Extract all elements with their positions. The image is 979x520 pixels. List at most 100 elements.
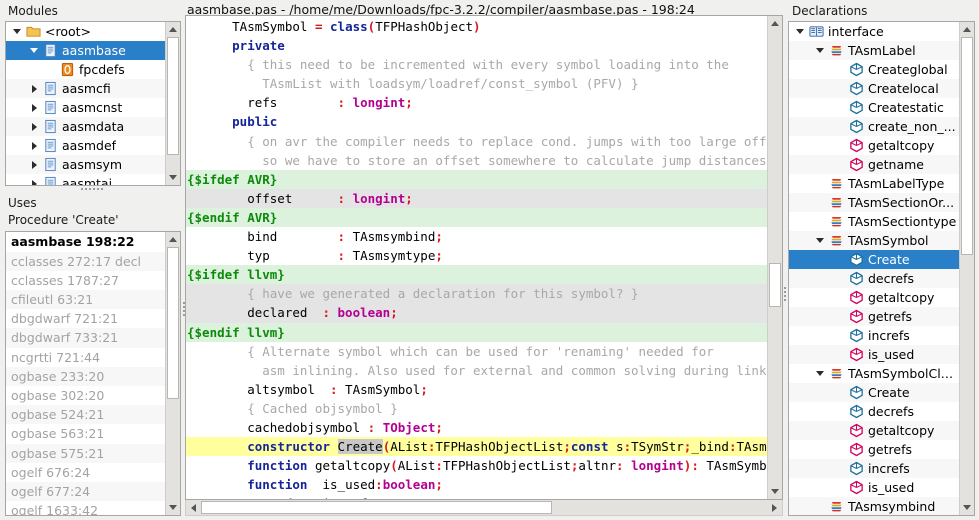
code-line[interactable]: public [186, 112, 767, 131]
chevron-right-icon[interactable] [27, 84, 41, 93]
uses-list-item[interactable]: cclasses 1787:27 [6, 271, 165, 290]
declaration-item-create_non_[interactable]: create_non_... [789, 117, 959, 136]
declaration-item-is_used[interactable]: is_used [789, 345, 959, 364]
modules-tree-rows[interactable]: <root> aasmbase fpcdefs aasmcfi aasmcnst aasm… [6, 22, 165, 185]
uses-list[interactable]: aasmbase 198:22 cclasses 272:17 decl cclas… [5, 231, 181, 516]
code-line[interactable]: { on avr the compiler needs to replace c… [186, 132, 767, 151]
scroll-down-button[interactable] [166, 170, 180, 185]
uses-list-item[interactable]: cfileutl 63:21 [6, 290, 165, 310]
declaration-item-createstatic[interactable]: Createstatic [789, 98, 959, 117]
scroll-down-button[interactable] [768, 484, 782, 500]
uses-list-item[interactable]: ogbase 233:20 [6, 366, 165, 386]
module-item-aasmdef[interactable]: aasmdef [6, 136, 165, 155]
uses-list-rows[interactable]: aasmbase 198:22 cclasses 272:17 decl cclas… [6, 232, 165, 515]
center-right-splitter[interactable] [782, 280, 787, 308]
modules-tree[interactable]: <root> aasmbase fpcdefs aasmcfi aasmcnst aasm… [5, 21, 181, 186]
declaration-item-increfs[interactable]: increfs [789, 326, 959, 345]
code-line[interactable]: function is_used:boolean; [186, 475, 767, 494]
code-line[interactable]: { this need to be incremented with every… [186, 55, 767, 74]
declaration-item-tasmsymbind[interactable]: TAsmsymbind [789, 497, 959, 515]
code-line[interactable]: refs : longint; [186, 93, 767, 112]
code-line[interactable]: asm inlining. Also used for external and… [186, 361, 767, 380]
declaration-item-createlocal[interactable]: Createlocal [789, 79, 959, 98]
declarations-tree-rows[interactable]: interface TAsmLabel Createglobal Createloca… [789, 22, 959, 515]
module-item-root[interactable]: <root> [6, 22, 165, 41]
code-line[interactable]: {$ifdef llvm} [186, 265, 767, 285]
scroll-up-button[interactable] [768, 16, 782, 31]
scroll-track[interactable] [166, 37, 180, 170]
chevron-right-icon[interactable] [27, 122, 41, 131]
scroll-track[interactable] [166, 247, 180, 500]
declaration-item-getaltcopy[interactable]: getaltcopy [789, 421, 959, 440]
scroll-thumb[interactable] [769, 263, 781, 307]
chevron-down-icon[interactable] [813, 371, 827, 376]
uses-list-item[interactable]: ogbase 563:21 [6, 424, 165, 443]
code-line[interactable]: bind : TAsmsymbind; [186, 227, 767, 246]
chevron-down-icon[interactable] [10, 29, 24, 34]
declaration-item-tasmsectionor[interactable]: TAsmSectionOr... [789, 193, 959, 212]
declaration-item-getaltcopy[interactable]: getaltcopy [789, 288, 959, 307]
uses-list-item[interactable]: ogelf 676:24 [6, 463, 165, 482]
uses-list-item[interactable]: ncgrtti 721:44 [6, 348, 165, 367]
code-line[interactable]: TAsmSymbol = class(TFPHashObject) [186, 17, 767, 36]
code-line[interactable]: { have we generated a declaration for th… [186, 284, 767, 304]
code-line[interactable]: so we have to store an offset somewhere … [186, 151, 767, 170]
declaration-item-tasmsectiontype[interactable]: TAsmSectiontype [789, 212, 959, 231]
declaration-item-getaltcopy[interactable]: getaltcopy [789, 136, 959, 155]
uses-list-item[interactable]: ogelf 677:24 [6, 481, 165, 502]
declaration-item-createglobal[interactable]: Createglobal [789, 60, 959, 79]
declaration-item-getname[interactable]: getname [789, 155, 959, 174]
module-item-aasmcfi[interactable]: aasmcfi [6, 79, 165, 98]
scroll-thumb[interactable] [961, 37, 973, 255]
code-line[interactable]: declared : boolean; [186, 303, 767, 323]
code-line[interactable]: {$endif llvm} [186, 322, 767, 342]
code-line[interactable]: { Alternate symbol which can be used for… [186, 342, 767, 361]
source-code-text[interactable]: TAsmSymbol = class(TFPHashObject) privat… [186, 16, 767, 500]
declaration-item-tasmsymbolcla[interactable]: TAsmSymbolCla... [789, 364, 959, 383]
declaration-item-create[interactable]: Create [789, 383, 959, 402]
source-editor[interactable]: TAsmSymbol = class(TFPHashObject) privat… [185, 15, 783, 501]
declarations-tree[interactable]: interface TAsmLabel Createglobal Createloca… [788, 21, 975, 516]
code-line[interactable]: cachedobjsymbol : TObject; [186, 418, 767, 437]
declaration-item-create[interactable]: Create [789, 250, 959, 269]
scroll-up-button[interactable] [960, 22, 974, 37]
declaration-item-decrefs[interactable]: decrefs [789, 269, 959, 288]
code-line[interactable]: function getaltcopy(AList:TFPHashObjectL… [186, 456, 767, 475]
scroll-up-button[interactable] [166, 22, 180, 37]
declaration-item-getrefs[interactable]: getrefs [789, 440, 959, 459]
declaration-item-tasmlabel[interactable]: TAsmLabel [789, 41, 959, 60]
uses-list-vertical-scrollbar[interactable] [165, 232, 180, 515]
code-line[interactable]: private [186, 36, 767, 55]
declarations-vertical-scrollbar[interactable] [959, 22, 974, 515]
module-item-aasmcnst[interactable]: aasmcnst [6, 98, 165, 117]
code-line[interactable]: {$ifdef AVR} [186, 169, 767, 189]
scroll-track[interactable] [768, 31, 782, 485]
uses-list-item[interactable]: dbgdwarf 721:21 [6, 309, 165, 328]
module-item-aasmbase[interactable]: aasmbase [6, 41, 165, 60]
declaration-item-getrefs[interactable]: getrefs [789, 307, 959, 326]
module-item-fpcdefs[interactable]: fpcdefs [6, 60, 165, 79]
code-line[interactable]: procedure increfs; [186, 494, 767, 499]
scroll-down-button[interactable] [166, 500, 180, 515]
scroll-thumb[interactable] [167, 247, 179, 400]
code-line[interactable]: TAsmList with loadsym/loadref/const_symb… [186, 74, 767, 93]
uses-list-item[interactable]: cclasses 272:17 decl [6, 251, 165, 271]
uses-list-item[interactable]: ogbase 302:20 [6, 386, 165, 405]
code-line[interactable]: { Cached objsymbol } [186, 399, 767, 418]
editor-horizontal-scrollbar[interactable] [185, 500, 783, 517]
declaration-item-is_used[interactable]: is_used [789, 478, 959, 497]
modules-tree-vertical-scrollbar[interactable] [165, 22, 180, 185]
scroll-thumb[interactable] [167, 37, 179, 155]
code-line[interactable]: {$endif AVR} [186, 207, 767, 228]
uses-list-item[interactable]: ogbase 575:21 [6, 443, 165, 463]
uses-list-item[interactable]: aasmbase 198:22 [6, 232, 165, 251]
scroll-thumb[interactable] [201, 501, 552, 515]
scroll-track[interactable] [960, 37, 974, 500]
chevron-right-icon[interactable] [27, 179, 41, 185]
chevron-right-icon[interactable] [27, 160, 41, 169]
scroll-left-button[interactable] [186, 500, 201, 516]
uses-list-item[interactable]: ogelf 1633:42 [6, 501, 165, 515]
code-line[interactable]: typ : TAsmsymtype; [186, 246, 767, 265]
declaration-item-interface[interactable]: interface [789, 22, 959, 41]
declaration-item-tasmsymbol[interactable]: TAsmSymbol [789, 231, 959, 250]
